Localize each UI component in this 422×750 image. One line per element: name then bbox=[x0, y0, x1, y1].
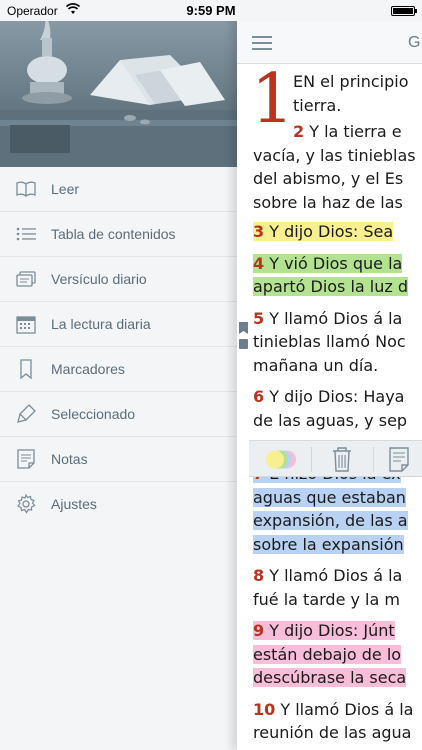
color-palette-icon bbox=[266, 450, 296, 469]
verse-line: sobre la haz de las bbox=[253, 192, 403, 212]
highlight-color-button[interactable] bbox=[257, 441, 309, 478]
verse-number: 3 bbox=[253, 222, 265, 241]
sidebar-item-versiculo-diario[interactable]: Versículo diario bbox=[0, 257, 237, 302]
verse-number: 10 bbox=[253, 699, 276, 719]
highlighter-icon bbox=[17, 404, 36, 423]
verse-4[interactable]: 4 Y vió Dios que la apartó Dios la luz d bbox=[253, 252, 422, 299]
sidebar-item-label: Notas bbox=[51, 451, 88, 467]
verse-number: 8 bbox=[253, 566, 265, 585]
verse-2[interactable]: 2 Y la tierra e vacía, y las tinieblas d… bbox=[253, 120, 422, 214]
chapter-text: 1 EN el principio tierra. 2 Y la tierra … bbox=[251, 66, 422, 750]
verse-9[interactable]: 9 Y dijo Dios: Júnt están debajo de lo d… bbox=[253, 619, 422, 690]
reader-pane: G 1 EN el principio tierra. 2 Y la tierr… bbox=[237, 0, 422, 750]
list-icon bbox=[16, 227, 36, 241]
sidebar-item-leer[interactable]: Leer bbox=[0, 167, 237, 212]
sidebar-item-ajustes[interactable]: Ajustes bbox=[0, 482, 237, 527]
bookmark-icon bbox=[20, 359, 32, 380]
verse-line: expansión, de las a bbox=[253, 511, 408, 530]
sidebar-item-la-lectura-diaria[interactable]: La lectura diaria bbox=[0, 302, 237, 347]
verse-line: aguas que estaban bbox=[253, 487, 406, 507]
sidebar-item-marcadores[interactable]: Marcadores bbox=[0, 347, 237, 392]
note-icon bbox=[389, 447, 409, 472]
note-icon bbox=[17, 449, 35, 469]
sidebar-item-label: Versículo diario bbox=[51, 271, 147, 287]
verse-10[interactable]: 10 Y llamó Dios á la reunión de las agua bbox=[253, 698, 422, 745]
sidebar-item-label: Seleccionado bbox=[51, 406, 136, 422]
verse-line: de las aguas, y sep bbox=[253, 410, 408, 430]
verse-line: Y llamó Dios á la bbox=[264, 308, 403, 328]
calendar-icon bbox=[16, 316, 36, 334]
verse-line: Y dijo Dios: Júnt bbox=[264, 621, 395, 640]
verse-line: Y dijo Dios: Haya bbox=[264, 387, 405, 406]
hamburger-menu-icon[interactable] bbox=[252, 36, 272, 50]
sidebar-item-label: Marcadores bbox=[51, 361, 125, 377]
verse-line: descúbrase la seca bbox=[253, 668, 407, 687]
sidebar: Leer Tabla de contenidos Versículo diari… bbox=[0, 0, 237, 750]
chapter-title[interactable]: G bbox=[408, 34, 420, 52]
verse-line: fué la tarde y la m bbox=[253, 589, 400, 609]
verse-6[interactable]: 6 Y dijo Dios: Haya de las aguas, y sep bbox=[253, 385, 422, 432]
verse-number: 2 bbox=[293, 122, 305, 141]
verse-line: reunión de las agua bbox=[253, 723, 412, 742]
delete-button[interactable] bbox=[312, 441, 372, 478]
sidebar-item-label: Tabla de contenidos bbox=[51, 226, 176, 242]
verse-number: 5 bbox=[253, 308, 265, 328]
reader-header: G bbox=[237, 21, 422, 64]
sidebar-header-image bbox=[0, 0, 237, 167]
sidebar-item-label: Leer bbox=[51, 181, 80, 197]
verse-line: Y llamó Dios á la bbox=[264, 566, 403, 585]
verse-line: del abismo, y el Es bbox=[253, 169, 404, 188]
verse-line: Y la tierra e bbox=[304, 122, 402, 141]
verse-number: 9 bbox=[253, 621, 265, 640]
verse-number: 4 bbox=[253, 253, 265, 273]
trash-icon bbox=[333, 447, 351, 472]
open-book-icon bbox=[16, 181, 36, 197]
verse-line: Y llamó Dios á la bbox=[275, 699, 414, 719]
add-note-button[interactable] bbox=[374, 441, 422, 478]
verse-line: tinieblas llamó Noc bbox=[253, 332, 406, 351]
gear-icon bbox=[17, 493, 36, 514]
verse-5[interactable]: 5 Y llamó Dios á la tinieblas llamó Noc … bbox=[253, 307, 422, 378]
sidebar-item-seleccionado[interactable]: Seleccionado bbox=[0, 392, 237, 437]
verse-line: mañana un día. bbox=[253, 355, 379, 375]
sidebar-menu: Leer Tabla de contenidos Versículo diari… bbox=[0, 167, 237, 527]
verse-line: están debajo de lo bbox=[253, 644, 402, 664]
verse-number: 6 bbox=[253, 387, 265, 406]
verse-line: apartó Dios la luz d bbox=[253, 277, 409, 296]
verse-line: Y dijo Dios: Sea bbox=[264, 222, 394, 241]
verse-line: sobre la expansión bbox=[253, 534, 404, 554]
battery-icon bbox=[391, 6, 417, 16]
note-marker-icon[interactable] bbox=[239, 339, 248, 349]
verse-8[interactable]: 8 Y llamó Dios á la fué la tarde y la m bbox=[253, 564, 422, 611]
sidebar-item-label: La lectura diaria bbox=[51, 316, 151, 332]
sidebar-item-label: Ajustes bbox=[51, 496, 97, 512]
cards-icon bbox=[16, 271, 36, 287]
clock: 9:59 PM bbox=[186, 3, 236, 18]
sidebar-item-tabla-de-contenidos[interactable]: Tabla de contenidos bbox=[0, 212, 237, 257]
verse-3[interactable]: 3 Y dijo Dios: Sea bbox=[253, 220, 422, 244]
verse-line: vacía, y las tinieblas bbox=[253, 145, 416, 165]
verse-line: Y vió Dios que la bbox=[264, 253, 403, 273]
verse-action-toolbar bbox=[249, 440, 422, 477]
verse-1[interactable]: 1 EN el principio tierra. bbox=[251, 66, 422, 134]
status-bar: Operador 9:59 PM bbox=[0, 0, 422, 21]
sidebar-item-notas[interactable]: Notas bbox=[0, 437, 237, 482]
